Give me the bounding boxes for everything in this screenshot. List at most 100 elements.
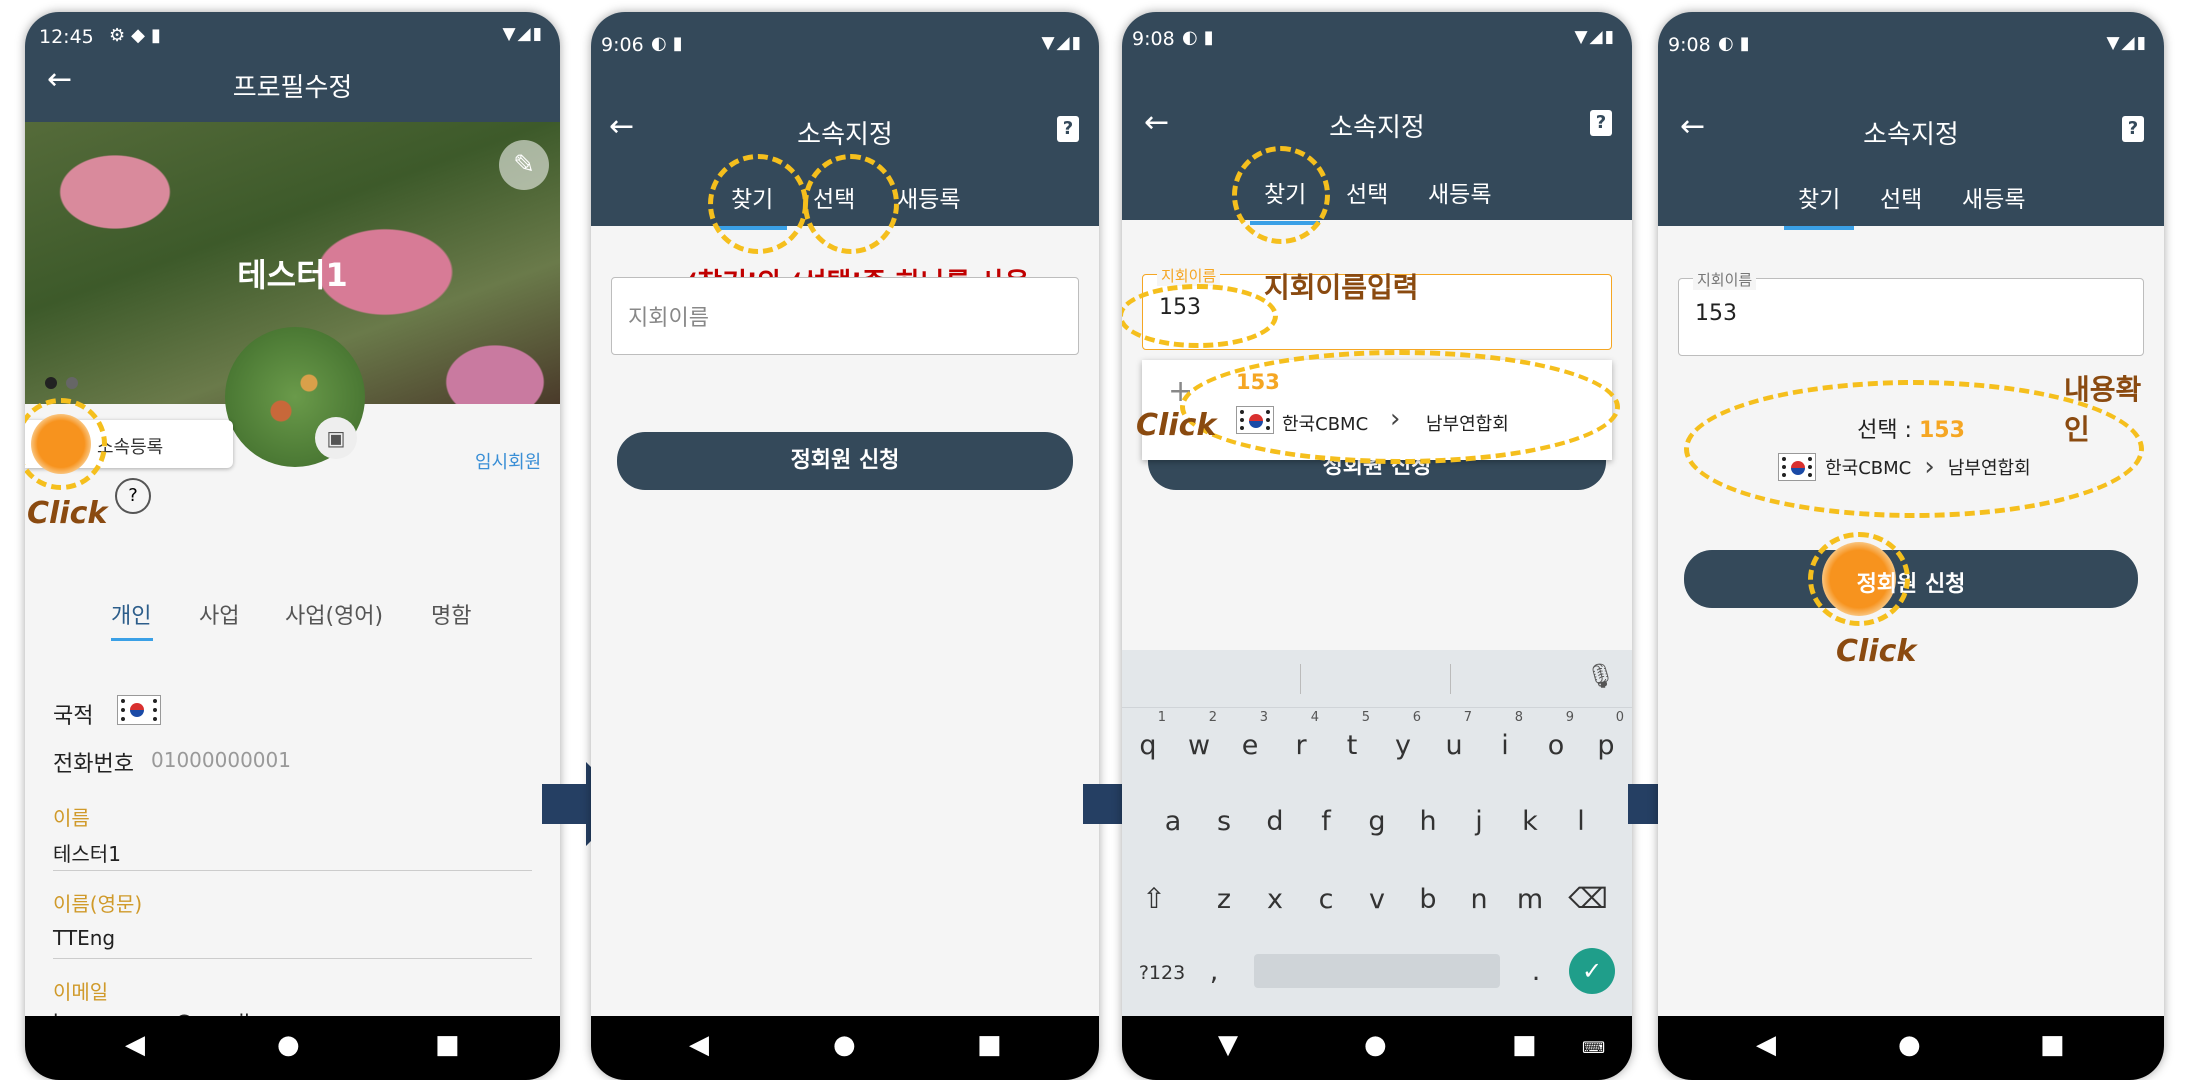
status-icons: ◐▮ xyxy=(1182,27,1220,48)
status-time: 9:08 xyxy=(1668,34,1711,56)
click-label: Click xyxy=(27,496,108,531)
status-bar: 9:08 ◐▮ ▼◢▮ xyxy=(1122,12,1632,58)
status-icons: ⚙◆▮ xyxy=(109,25,167,46)
screen-profile-edit: 12:45 ⚙◆▮ ▼◢▮ ← 프로필수정 ✎ 테스터1 ▣ 소속등록 Clic… xyxy=(25,12,560,1080)
key-i[interactable]: i8 xyxy=(1485,710,1525,761)
key-c[interactable]: c xyxy=(1306,884,1346,915)
backspace-key-icon[interactable]: ⌫ xyxy=(1568,882,1608,915)
submit-membership-button[interactable]: 정회원 신청 xyxy=(617,432,1073,490)
affiliation-tabs: 찾기 선택 새등록 xyxy=(1122,175,1632,225)
comma-key[interactable]: , xyxy=(1194,956,1234,987)
key-g[interactable]: g xyxy=(1357,806,1397,837)
highlight-circle xyxy=(25,398,107,490)
help-icon[interactable]: ? xyxy=(2122,116,2144,142)
edit-pencil-icon[interactable]: ✎ xyxy=(499,140,549,190)
nav-home-icon[interactable]: ● xyxy=(833,1030,856,1060)
highlight-circle xyxy=(708,154,808,254)
key-y[interactable]: y6 xyxy=(1383,710,1423,761)
key-r[interactable]: r4 xyxy=(1281,710,1321,761)
nav-recents-icon[interactable]: ■ xyxy=(2040,1030,2065,1060)
highlight-circle xyxy=(1122,284,1278,348)
nav-recents-icon[interactable]: ■ xyxy=(1512,1030,1537,1060)
tab-select[interactable]: 선택 xyxy=(1346,175,1388,209)
nav-home-icon[interactable]: ● xyxy=(1898,1030,1921,1060)
branch-name-placeholder: 지회이름 xyxy=(628,306,709,331)
key-t[interactable]: t5 xyxy=(1332,710,1372,761)
nav-bar: ◀ ● ■ xyxy=(591,1016,1099,1080)
carousel-dots xyxy=(45,374,79,393)
key-x[interactable]: x xyxy=(1255,884,1295,915)
page-title: 소속지정 xyxy=(1863,120,1959,150)
key-s[interactable]: s xyxy=(1204,806,1244,837)
signal-battery-icon: ▼◢▮ xyxy=(1041,33,1083,53)
signal-battery-icon: ▼◢▮ xyxy=(2106,33,2148,53)
branch-name-input[interactable]: 지회이름 153 xyxy=(1678,269,2144,356)
key-u[interactable]: u7 xyxy=(1434,710,1474,761)
space-key[interactable] xyxy=(1254,954,1500,988)
nav-recents-icon[interactable]: ■ xyxy=(435,1030,460,1060)
name-en-value[interactable]: TTEng xyxy=(53,926,115,950)
key-n[interactable]: n xyxy=(1459,884,1499,915)
help-icon[interactable]: ? xyxy=(1057,116,1079,142)
period-key[interactable]: . xyxy=(1516,956,1556,987)
key-a[interactable]: a xyxy=(1153,806,1193,837)
nav-home-icon[interactable]: ● xyxy=(1364,1030,1387,1060)
tab-personal[interactable]: 개인 xyxy=(111,598,151,630)
symbols-key[interactable]: ?123 xyxy=(1134,962,1190,984)
affiliation-tabs: 찾기 선택 새등록 xyxy=(1658,180,2164,230)
key-d[interactable]: d xyxy=(1255,806,1295,837)
key-j[interactable]: j xyxy=(1459,806,1499,837)
nav-recents-icon[interactable]: ■ xyxy=(977,1030,1002,1060)
shift-key-icon[interactable]: ⇧ xyxy=(1134,882,1174,915)
tab-business[interactable]: 사업 xyxy=(199,598,239,630)
submit-membership-label: 정회원 신청 xyxy=(1856,572,1966,597)
nationality-label: 국적 xyxy=(53,704,94,729)
profile-name: 테스터1 xyxy=(237,256,348,294)
tab-card[interactable]: 명함 xyxy=(431,598,471,630)
tab-new[interactable]: 새등록 xyxy=(1962,180,2025,214)
key-w[interactable]: w2 xyxy=(1179,710,1219,761)
nav-back-icon[interactable]: ◀ xyxy=(1756,1030,1776,1060)
phone-value[interactable]: 01000000001 xyxy=(151,748,291,772)
key-o[interactable]: o9 xyxy=(1536,710,1576,761)
key-b[interactable]: b xyxy=(1408,884,1448,915)
key-l[interactable]: l xyxy=(1561,806,1601,837)
nav-home-icon[interactable]: ● xyxy=(277,1030,300,1060)
key-v[interactable]: v xyxy=(1357,884,1397,915)
nav-down-icon[interactable]: ▼ xyxy=(1218,1030,1238,1060)
page-title: 소속지정 xyxy=(1329,113,1425,143)
status-icons: ◐▮ xyxy=(651,33,689,54)
tab-new[interactable]: 새등록 xyxy=(897,180,960,214)
nav-bar: ▼ ● ■ ⌨ xyxy=(1122,1016,1632,1080)
change-photo-icon[interactable]: ▣ xyxy=(315,417,357,459)
keyboard-switch-icon[interactable]: ⌨ xyxy=(1582,1038,1605,1057)
microphone-icon[interactable]: 🎙 xyxy=(1586,662,1616,690)
key-p[interactable]: p0 xyxy=(1586,710,1626,761)
korea-flag-icon[interactable] xyxy=(117,695,161,725)
signal-battery-icon: ▼◢▮ xyxy=(1574,27,1616,47)
branch-name-input[interactable]: 지회이름 xyxy=(611,277,1079,355)
status-bar: 12:45 ⚙◆▮ ▼◢▮ xyxy=(25,12,560,58)
help-icon[interactable]: ? xyxy=(1590,110,1612,136)
nav-back-icon[interactable]: ◀ xyxy=(689,1030,709,1060)
tab-new[interactable]: 새등록 xyxy=(1428,175,1491,209)
key-e[interactable]: e3 xyxy=(1230,710,1270,761)
key-q[interactable]: q1 xyxy=(1128,710,1168,761)
tab-select[interactable]: 선택 xyxy=(1880,180,1922,214)
status-time: 12:45 xyxy=(39,26,94,48)
tab-search[interactable]: 찾기 xyxy=(1783,180,1855,230)
tab-business-en[interactable]: 사업(영어) xyxy=(285,598,383,630)
nav-bar: ◀ ● ■ xyxy=(1658,1016,2164,1080)
soft-keyboard: 🎙 q1 w2 e3 r4 t5 y6 u7 i8 o9 p0 a s d f … xyxy=(1122,650,1632,1016)
key-k[interactable]: k xyxy=(1510,806,1550,837)
name-value[interactable]: 테스터1 xyxy=(53,838,121,867)
enter-check-icon[interactable]: ✓ xyxy=(1569,948,1615,994)
key-z[interactable]: z xyxy=(1204,884,1244,915)
divider xyxy=(53,958,532,959)
key-m[interactable]: m xyxy=(1510,884,1550,915)
highlight-circle xyxy=(803,154,899,254)
key-h[interactable]: h xyxy=(1408,806,1448,837)
key-f[interactable]: f xyxy=(1306,806,1346,837)
nav-back-icon[interactable]: ◀ xyxy=(125,1030,145,1060)
help-button[interactable]: ? xyxy=(115,478,151,514)
